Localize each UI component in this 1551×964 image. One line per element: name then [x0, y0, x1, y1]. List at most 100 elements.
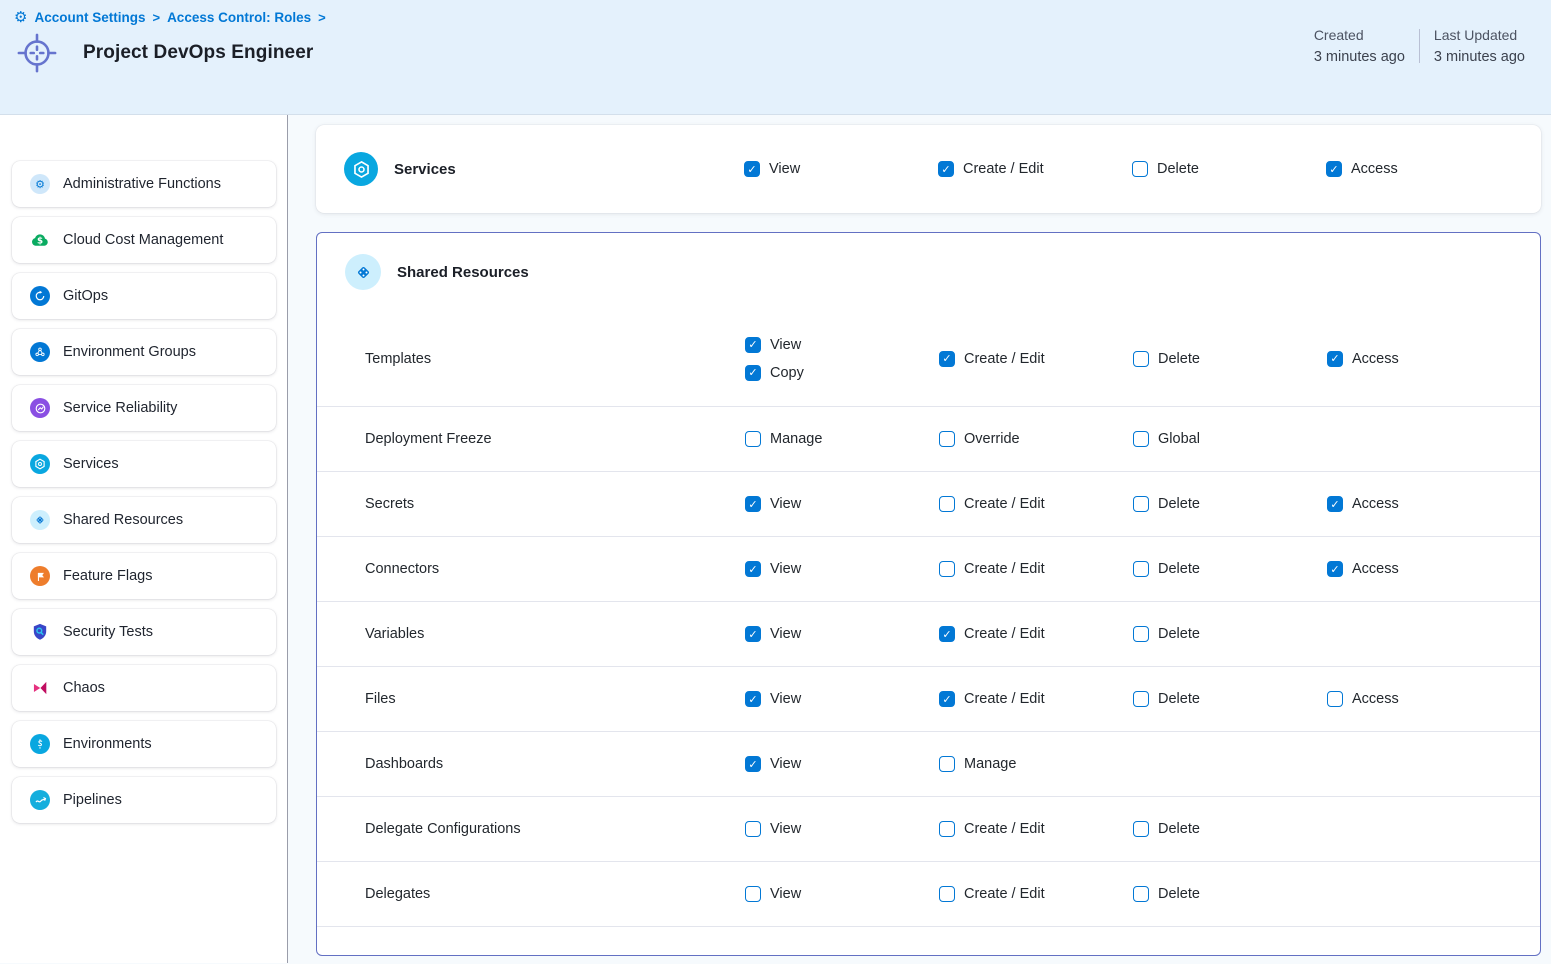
cloud-cost-icon: $ [30, 230, 50, 250]
panel-title: Shared Resources [397, 264, 529, 281]
checkbox-files-view[interactable] [745, 691, 761, 707]
permission-column: Create / Edit [939, 496, 1133, 512]
checkbox-connectors-create-edit[interactable] [939, 561, 955, 577]
sidebar-item-cloud-cost-management[interactable]: $Cloud Cost Management [12, 217, 276, 263]
permission-label: Override [964, 431, 1020, 447]
permission-label: Global [1158, 431, 1200, 447]
sidebar-item-feature-flags[interactable]: Feature Flags [12, 553, 276, 599]
permission-files-delete: Delete [1133, 691, 1327, 707]
main-content: Services ViewCreate / EditDeleteAccess S… [288, 115, 1551, 963]
permission-delegate-configurations-delete: Delete [1133, 821, 1327, 837]
permission-column: View [745, 561, 939, 577]
permission-column: Delete [1133, 496, 1327, 512]
permission-column: Access [1326, 161, 1520, 177]
checkbox-dashboards-manage[interactable] [939, 756, 955, 772]
permission-label: Create / Edit [964, 351, 1045, 367]
permission-column: Delete [1133, 351, 1327, 367]
permission-delegate-configurations-create-edit: Create / Edit [939, 821, 1133, 837]
checkbox-dashboards-view[interactable] [745, 756, 761, 772]
sidebar-item-environments[interactable]: Environments [12, 721, 276, 767]
sidebar-item-gitops[interactable]: GitOps [12, 273, 276, 319]
checkbox-secrets-view[interactable] [745, 496, 761, 512]
services-icon [30, 454, 50, 474]
breadcrumb-account-settings[interactable]: Account Settings [34, 10, 145, 25]
checkbox-secrets-access[interactable] [1327, 496, 1343, 512]
checkbox-services-access[interactable] [1326, 161, 1342, 177]
checkbox-templates-delete[interactable] [1133, 351, 1149, 367]
checkbox-services-view[interactable] [744, 161, 760, 177]
checkbox-deployment-freeze-override[interactable] [939, 431, 955, 447]
checkbox-variables-create-edit[interactable] [939, 626, 955, 642]
checkbox-secrets-create-edit[interactable] [939, 496, 955, 512]
permission-label: Manage [964, 756, 1016, 772]
checkbox-services-delete[interactable] [1132, 161, 1148, 177]
sidebar-item-security-tests[interactable]: Security Tests [12, 609, 276, 655]
permission-label: Create / Edit [964, 561, 1045, 577]
permission-column: Create / Edit [939, 626, 1133, 642]
checkbox-delegate-configurations-view[interactable] [745, 821, 761, 837]
checkbox-delegates-create-edit[interactable] [939, 886, 955, 902]
breadcrumb-access-control-roles[interactable]: Access Control: Roles [167, 10, 311, 25]
checkbox-services-create-edit[interactable] [938, 161, 954, 177]
permission-connectors-access: Access [1327, 561, 1521, 577]
checkbox-delegate-configurations-create-edit[interactable] [939, 821, 955, 837]
sidebar-item-environment-groups[interactable]: Environment Groups [12, 329, 276, 375]
checkbox-templates-view[interactable] [745, 337, 761, 353]
checkbox-files-create-edit[interactable] [939, 691, 955, 707]
security-tests-icon [30, 622, 50, 642]
sidebar-item-label: Feature Flags [63, 568, 152, 584]
sidebar-item-service-reliability[interactable]: Service Reliability [12, 385, 276, 431]
services-permissions: ViewCreate / EditDeleteAccess [744, 161, 1520, 177]
checkbox-files-access[interactable] [1327, 691, 1343, 707]
permission-templates-view: View [745, 337, 939, 353]
created-info: Created 3 minutes ago [1300, 27, 1419, 65]
page-header: ⚙ Account Settings > Access Control: Rol… [0, 0, 1551, 115]
breadcrumb: ⚙ Account Settings > Access Control: Rol… [14, 10, 1537, 25]
permission-templates-access: Access [1327, 351, 1521, 367]
checkbox-templates-create-edit[interactable] [939, 351, 955, 367]
checkbox-delegate-configurations-delete[interactable] [1133, 821, 1149, 837]
checkbox-templates-copy[interactable] [745, 365, 761, 381]
checkbox-files-delete[interactable] [1133, 691, 1149, 707]
permission-secrets-create-edit: Create / Edit [939, 496, 1133, 512]
permission-secrets-view: View [745, 496, 939, 512]
checkbox-secrets-delete[interactable] [1133, 496, 1149, 512]
environments-icon [30, 734, 50, 754]
services-icon [344, 152, 378, 186]
sidebar-list: ⚙Administrative Functions $Cloud Cost Man… [12, 161, 276, 823]
checkbox-delegates-view[interactable] [745, 886, 761, 902]
permission-secrets-access: Access [1327, 496, 1521, 512]
permission-column: Create / Edit [938, 161, 1132, 177]
chaos-icon [30, 678, 50, 698]
permission-column: Create / Edit [939, 351, 1133, 367]
permission-column: View [745, 496, 939, 512]
checkbox-templates-access[interactable] [1327, 351, 1343, 367]
permission-deployment-freeze-override: Override [939, 431, 1133, 447]
permission-label: Create / Edit [964, 691, 1045, 707]
sidebar-item-services[interactable]: Services [12, 441, 276, 487]
sidebar-item-administrative-functions[interactable]: ⚙Administrative Functions [12, 161, 276, 207]
svg-text:$: $ [37, 237, 43, 247]
environment-groups-icon [30, 342, 50, 362]
checkbox-deployment-freeze-global[interactable] [1133, 431, 1149, 447]
gitops-icon [30, 286, 50, 306]
permission-column: Delete [1133, 821, 1327, 837]
permission-column: ViewCopy [745, 337, 939, 381]
sidebar-item-shared-resources[interactable]: Shared Resources [12, 497, 276, 543]
permission-services-create-edit: Create / Edit [938, 161, 1132, 177]
sidebar-item-chaos[interactable]: Chaos [12, 665, 276, 711]
panel-shared-resources: Shared Resources TemplatesViewCopyCreate… [316, 232, 1541, 956]
permission-label: View [769, 161, 800, 177]
checkbox-variables-view[interactable] [745, 626, 761, 642]
checkbox-variables-delete[interactable] [1133, 626, 1149, 642]
checkbox-connectors-delete[interactable] [1133, 561, 1149, 577]
permission-label: Delete [1158, 821, 1200, 837]
sidebar-item-pipelines[interactable]: Pipelines [12, 777, 276, 823]
checkbox-deployment-freeze-manage[interactable] [745, 431, 761, 447]
checkbox-connectors-view[interactable] [745, 561, 761, 577]
checkbox-delegates-delete[interactable] [1133, 886, 1149, 902]
permission-label: View [770, 756, 801, 772]
checkbox-connectors-access[interactable] [1327, 561, 1343, 577]
breadcrumb-separator: > [152, 10, 160, 25]
permission-services-access: Access [1326, 161, 1520, 177]
